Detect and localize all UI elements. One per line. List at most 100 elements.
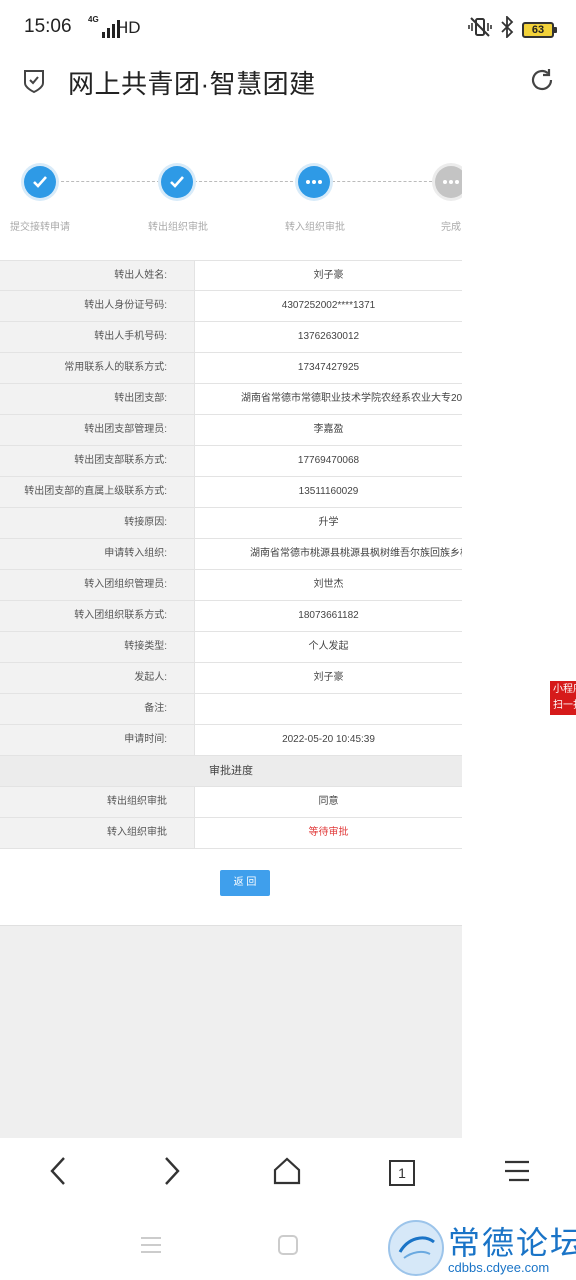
table-row: 转出团支部管理员: 李嘉盈 [0,415,462,446]
row-label: 转入团组织联系方式: [0,601,195,631]
step-4-dots-icon [435,166,462,198]
step-label: 提交接转申请 [10,222,70,233]
page-title: 网上共青团·智慧团建 [68,69,316,99]
transfer-info-table: 转出人姓名: 刘子豪 转出人身份证号码: 4307252002****1371 转出… [0,260,462,849]
row-label: 备注: [0,694,195,724]
row-value: 2022-05-20 10:45:39 [282,734,375,745]
step-1-check-icon [24,166,56,198]
row-value: 李嘉盈 [313,424,344,435]
content-card: 提交接转申请 转出组织审批 转入组织审批 完成 转出人姓名: 刘子豪 转出人身份证… [0,130,462,926]
row-label: 转出人姓名: [0,261,195,290]
signal-icon: 4G [88,16,120,38]
forward-button[interactable] [152,1156,192,1190]
table-row: 转出组织审批 同意 [0,787,462,818]
bluetooth-icon [500,14,514,43]
row-value [195,694,462,724]
step-label: 转入组织审批 [285,222,345,233]
table-row: 备注: [0,694,462,725]
watermark-name: 常德论坛 [448,1224,576,1262]
table-row: 转入团组织管理员: 刘世杰 [0,570,462,601]
hd-indicator: HD [116,18,141,37]
row-value: 刘世杰 [313,579,344,590]
row-value: 13762630012 [297,331,360,342]
tab-count: 1 [389,1160,415,1186]
table-row: 转接类型: 个人发起 [0,632,462,663]
menu-icon [503,1159,531,1188]
table-row: 转出团支部的直属上级联系方式: 13511160029 [0,477,462,508]
network-type: 4G [88,15,99,24]
chevron-left-icon [48,1156,68,1191]
content-area: 提交接转申请 转出组织审批 转入组织审批 完成 转出人姓名: 刘子豪 转出人身份证… [0,130,462,1138]
home-button[interactable] [267,1156,307,1190]
table-row: 转入组织审批 等待审批 [0,818,462,849]
row-value: 17347427925 [297,362,360,373]
return-button[interactable]: 返 回 [220,870,270,896]
browser-toolbar: 1 [0,1138,576,1210]
back-button[interactable] [38,1156,78,1190]
watermark-url: cdbbs.cdyee.com [448,1260,550,1275]
step-connector [56,181,160,182]
section-title: 审批进度 [209,765,253,777]
step-2-check-icon [161,166,193,198]
tabs-button[interactable]: 1 [382,1156,422,1190]
status-bar: 15:06 4G HD 63 [0,0,576,56]
row-label: 申请转入组织: [0,539,195,569]
recent-apps-icon[interactable] [140,1236,162,1259]
row-value: 升学 [318,517,339,528]
step-connector [332,181,432,182]
approval-section-header: 审批进度 [0,756,462,787]
row-label: 转出团支部管理员: [0,415,195,445]
home-icon [272,1156,302,1191]
approval-status: 同意 [318,796,339,807]
table-row: 转接原因: 升学 [0,508,462,539]
shield-check-icon[interactable] [22,68,46,99]
refresh-icon[interactable] [528,66,556,99]
table-row: 常用联系人的联系方式: 17347427925 [0,353,462,384]
battery-icon: 63 [522,21,557,38]
row-value: 刘子豪 [313,270,344,281]
approval-status: 等待审批 [308,827,349,838]
table-row: 转出团支部联系方式: 17769470068 [0,446,462,477]
side-tag-line2: 扫一扫 [553,700,576,711]
row-value: 个人发起 [308,641,349,652]
step-3-dots-icon [298,166,330,198]
row-label: 转出团支部: [0,384,195,414]
status-time: 15:06 [24,16,72,37]
row-label: 转出人身份证号码: [0,291,195,321]
home-nav-icon[interactable] [277,1234,299,1261]
row-label: 转接原因: [0,508,195,538]
progress-steps: 提交接转申请 转出组织审批 转入组织审批 完成 [0,164,462,234]
row-value: 18073661182 [298,610,359,621]
row-label: 转出人手机号码: [0,322,195,352]
row-label: 申请时间: [0,725,195,755]
row-label: 转接类型: [0,632,195,662]
forum-logo [388,1220,444,1276]
row-value: 17769470068 [297,455,360,466]
row-label: 转入组织审批 [0,818,195,848]
chevron-right-icon [162,1156,182,1191]
table-row: 申请时间: 2022-05-20 10:45:39 [0,725,462,756]
row-label: 常用联系人的联系方式: [0,353,195,383]
row-value: 13511160029 [298,486,359,497]
row-label: 发起人: [0,663,195,693]
table-row: 转出人身份证号码: 4307252002****1371 [0,291,462,322]
status-icons: 63 [468,14,557,43]
app-header: 网上共青团·智慧团建 [0,56,576,108]
row-label: 转出团支部联系方式: [0,446,195,476]
mini-program-tag[interactable]: 小程序 扫一扫 [550,681,576,715]
table-row: 转出团支部: 湖南省常德市常德职业技术学院农经系农业大专2021 [0,384,462,415]
row-value: 4307252002****1371 [281,300,376,311]
step-connector [194,181,298,182]
row-value: 湖南省常德市常德职业技术学院农经系农业大专2021 [241,393,462,404]
step-label: 转出组织审批 [148,222,208,233]
forum-watermark: 常德论坛 cdbbs.cdyee.com [388,1216,576,1280]
step-label: 完成 [441,222,461,233]
table-row: 发起人: 刘子豪 [0,663,462,694]
row-label: 转出团支部的直属上级联系方式: [0,477,195,507]
row-value: 刘子豪 [313,672,344,683]
table-row: 转出人姓名: 刘子豪 [0,260,462,291]
table-row: 申请转入组织: 湖南省常德市桃源县桃源县枫树维吾尔族回族乡桐 [0,539,462,570]
table-row: 转入团组织联系方式: 18073661182 [0,601,462,632]
vibrate-icon [468,16,492,43]
menu-button[interactable] [497,1156,537,1190]
